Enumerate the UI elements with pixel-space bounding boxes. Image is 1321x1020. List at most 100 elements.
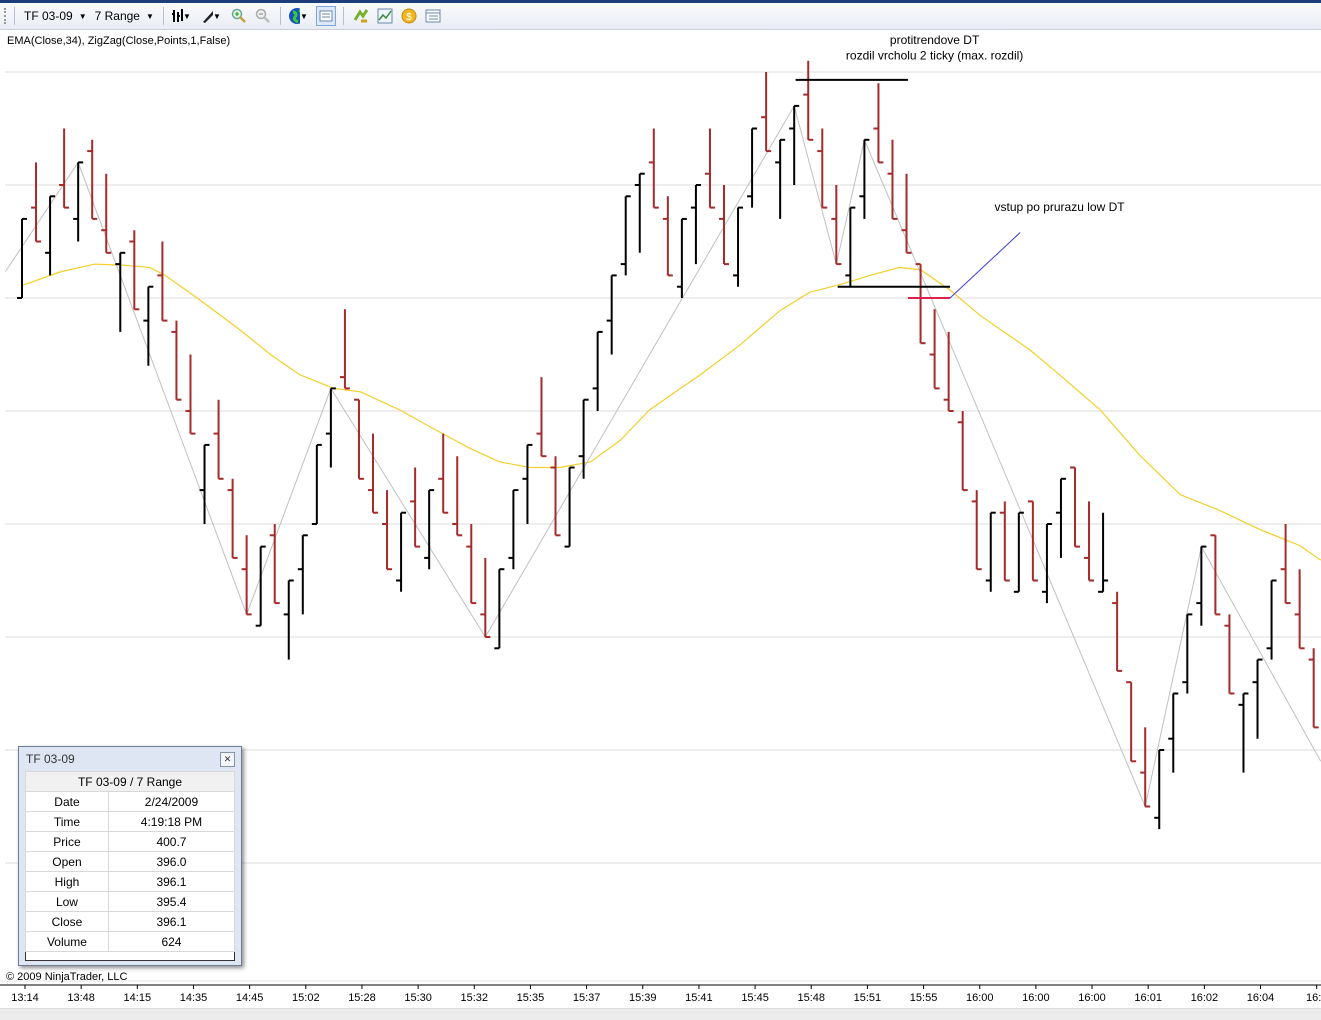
data-box-icon[interactable]: [315, 6, 336, 26]
table-row: Close 396.1: [25, 911, 236, 932]
ohlc-bar: [157, 241, 168, 322]
ohlc-bar: [129, 230, 140, 311]
ohlc-bar: [676, 217, 687, 298]
x-tick-label: 16:00: [966, 992, 994, 1004]
ema-line: [21, 263, 1321, 561]
ohlc-bar: [564, 466, 575, 548]
ohlc-bar: [1013, 511, 1024, 593]
instrument-dropdown[interactable]: TF 03-09 ▼: [20, 9, 91, 23]
x-tick-label: 15:32: [461, 992, 489, 1004]
row-value: 396.1: [107, 871, 236, 892]
ohlc-bar: [775, 138, 786, 219]
chart-trader-icon[interactable]: [423, 6, 443, 26]
ohlc-bar: [704, 128, 715, 209]
ohlc-bar: [466, 524, 477, 605]
row-label: Close: [25, 911, 109, 932]
ohlc-bar: [1084, 501, 1095, 582]
ohlc-bar: [494, 568, 505, 650]
ohlc-bar: [620, 195, 631, 276]
ohlc-bar: [143, 285, 154, 366]
zoom-in-icon[interactable]: [229, 6, 249, 26]
grid-lines: [5, 71, 1321, 864]
indicators-icon[interactable]: [375, 6, 395, 26]
ohlc-bar: [1112, 591, 1123, 672]
ohlc-bar: [508, 489, 519, 570]
ohlc-bar: [536, 377, 547, 458]
data-box-header: TF 03-09 / 7 Range: [25, 771, 235, 792]
toolbar-grip[interactable]: [4, 8, 9, 24]
ohlc-bar: [733, 206, 744, 287]
horizontal-scrollbar[interactable]: [0, 1008, 1321, 1020]
x-tick-label: 15:55: [910, 992, 938, 1004]
ohlc-bar: [1055, 477, 1066, 558]
ohlc-bar: [817, 128, 828, 209]
annotations: protitrendove DT rozdil vrcholu 2 ticky (…: [795, 33, 1126, 299]
ohlc-bar: [1126, 681, 1137, 763]
ohlc-bar: [1238, 692, 1249, 773]
table-row: Date 2/24/2009: [25, 791, 236, 812]
ohlc-bar: [480, 557, 491, 638]
ohlc-bar: [269, 524, 280, 605]
draw-tool-icon[interactable]: ▼: [201, 6, 221, 26]
ohlc-bar: [283, 579, 294, 660]
ohlc-bar: [873, 83, 884, 164]
strategy-icon[interactable]: $: [399, 6, 419, 26]
data-box-table: TF 03-09 / 7 Range Date 2/24/2009 Time 4:1…: [25, 771, 236, 961]
ohlc-bar: [101, 173, 112, 254]
ohlc-bar: [1224, 614, 1235, 695]
x-tick-label: 15:48: [797, 992, 825, 1004]
ohlc-bar: [747, 127, 758, 208]
annotation-double-top: protitrendove DT: [890, 33, 980, 47]
globe-icon[interactable]: ▼: [288, 6, 308, 26]
period-dropdown[interactable]: 7 Range ▼: [91, 9, 158, 23]
ohlc-bar: [297, 534, 308, 615]
ohlc-bar: [859, 138, 870, 219]
chevron-down-icon: ▼: [145, 11, 154, 21]
ohlc-bar: [1140, 727, 1151, 808]
ohlc-bar: [213, 399, 224, 480]
ohlc-bar: [185, 354, 196, 435]
x-tick-label: 15:51: [854, 992, 882, 1004]
ohlc-bar: [1041, 523, 1052, 604]
bar-style-icon[interactable]: ▼: [171, 6, 191, 26]
x-tick-label: 15:39: [629, 992, 657, 1004]
ohlc-bar: [227, 478, 238, 559]
ema-series: [21, 263, 1321, 561]
ohlc-bar: [578, 398, 589, 479]
ohlc-bar: [1168, 692, 1179, 773]
properties-icon[interactable]: [351, 6, 371, 26]
row-label: High: [25, 871, 109, 892]
ohlc-bar: [1210, 534, 1221, 616]
ohlc-bar: [368, 433, 378, 514]
ohlc-bar: [1027, 500, 1038, 582]
ohlc-bars: [17, 60, 1319, 830]
row-value: 396.1: [107, 911, 236, 932]
table-row: Open 396.0: [25, 851, 236, 872]
ohlc-bar: [803, 60, 814, 141]
annotation-entry: vstup po prurazu low DT: [995, 200, 1126, 214]
ohlc-bar: [1098, 512, 1109, 593]
ohlc-bar: [424, 489, 435, 570]
row-value: 624: [107, 931, 236, 952]
ohlc-bar: [1280, 524, 1291, 605]
ohlc-bar: [901, 173, 912, 254]
x-tick-label: 15:41: [685, 992, 713, 1004]
ohlc-bar: [45, 195, 56, 276]
close-icon[interactable]: ✕: [220, 752, 235, 767]
ohlc-bar: [1154, 749, 1165, 830]
ohlc-bar: [1266, 579, 1277, 660]
row-label: Time: [25, 811, 109, 832]
ohlc-bar: [59, 128, 70, 209]
zoom-out-icon[interactable]: [253, 6, 273, 26]
ohlc-bar: [1070, 466, 1080, 548]
table-row: Volume 624: [25, 931, 236, 952]
data-box-window[interactable]: TF 03-09 ✕ TF 03-09 / 7 Range Date 2/24/2…: [18, 746, 242, 966]
ohlc-bar: [915, 263, 926, 345]
ohlc-bar: [971, 490, 982, 571]
toolbar-separator: [14, 7, 15, 25]
ohlc-bar: [985, 511, 996, 592]
ohlc-bar: [339, 309, 350, 390]
ohlc-bar: [452, 456, 463, 537]
ohlc-bar: [592, 330, 603, 411]
data-box-title: TF 03-09: [26, 752, 75, 766]
